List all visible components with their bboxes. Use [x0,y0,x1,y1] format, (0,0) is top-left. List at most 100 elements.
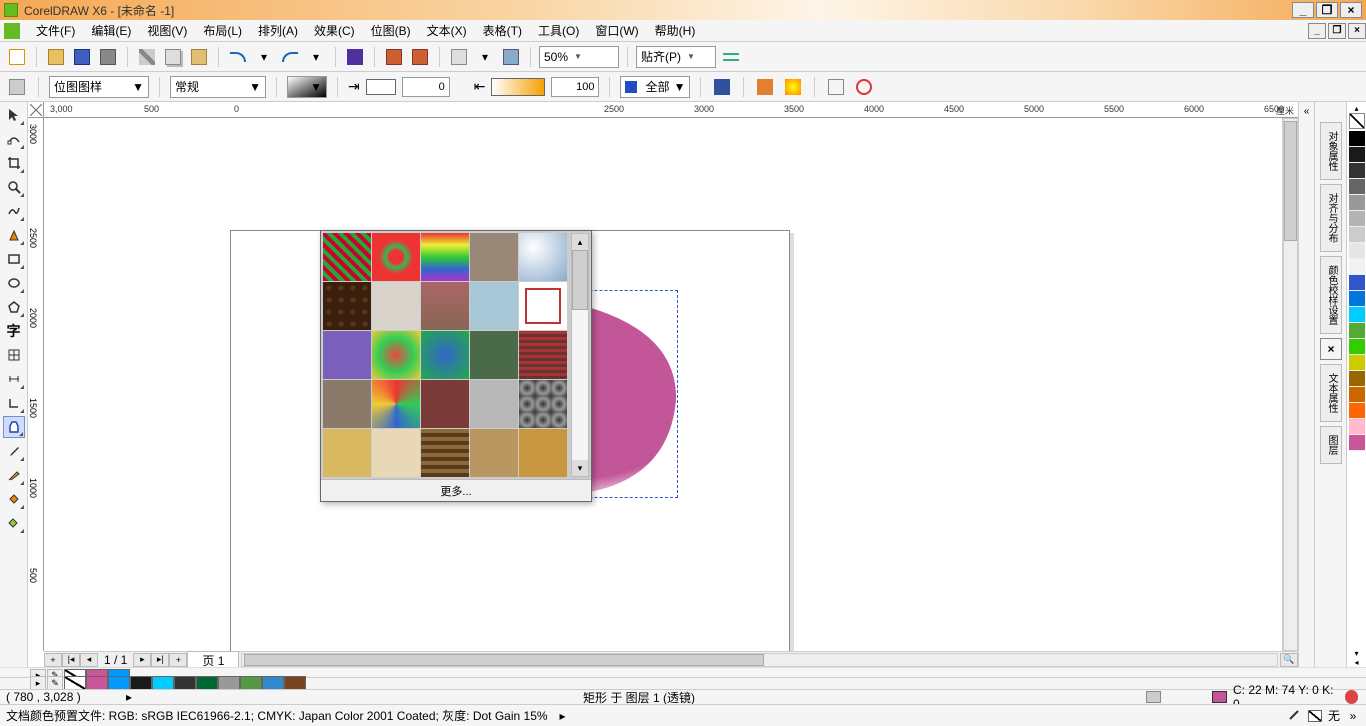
palette-swatch[interactable] [1349,419,1365,435]
smart-fill-tool[interactable] [3,224,25,246]
polygon-tool[interactable] [3,296,25,318]
new-button[interactable] [6,46,28,68]
profile-toggle-icon[interactable]: ▸ [560,709,566,723]
palette-swatch[interactable] [1349,291,1365,307]
pattern-swatch-combo[interactable]: ▼ [287,76,327,98]
palette-swatch[interactable] [1349,371,1365,387]
pattern-swatch[interactable] [323,331,371,379]
pattern-swatch[interactable] [519,429,567,477]
snap-combo[interactable]: 贴齐(P)▼ [636,46,716,68]
palette-eyedrop-button[interactable]: ✎ [47,676,63,690]
import-button[interactable] [383,46,405,68]
menu-table[interactable]: 表格(T) [475,20,530,41]
pattern-swatch[interactable] [421,282,469,330]
palette-swatch[interactable] [1349,355,1365,371]
shape-tool[interactable] [3,128,25,150]
ruler-horizontal[interactable]: 3,000 500 0 2500 3000 3500 4000 4500 500… [44,102,1298,118]
first-page-button[interactable]: |◂ [62,653,80,667]
fill-indicator-swatch[interactable] [1212,691,1227,703]
save-button[interactable] [71,46,93,68]
pattern-swatch[interactable] [519,331,567,379]
menu-window[interactable]: 窗口(W) [587,20,646,41]
outline-tool[interactable] [3,464,25,486]
docker-tab[interactable]: 对齐与分布 [1320,184,1342,252]
docker-tab[interactable]: 图层 [1320,426,1342,464]
pattern-swatch[interactable] [323,429,371,477]
pattern-swatch[interactable] [323,282,371,330]
add-page-after-button[interactable]: + [169,653,187,667]
pattern-swatch[interactable] [470,429,518,477]
copy-props-button[interactable] [754,76,776,98]
end-gradient-swatch[interactable] [491,78,545,96]
end-value-input[interactable] [551,77,599,97]
pattern-swatch[interactable] [372,331,420,379]
print-button[interactable] [97,46,119,68]
palette-flyout[interactable]: ◂ [1354,658,1358,667]
pattern-swatch[interactable] [323,380,371,428]
pattern-swatch[interactable] [372,233,420,281]
app-launcher-button[interactable] [500,46,522,68]
start-color-swatch[interactable] [366,79,396,95]
pattern-swatch[interactable] [470,233,518,281]
picker-scroll-down[interactable]: ▾ [572,460,588,476]
menu-bitmaps[interactable]: 位图(B) [363,20,419,41]
picker-scrollbar[interactable]: ▴ ▾ [571,233,589,477]
paste-button[interactable] [188,46,210,68]
vertical-scrollbar[interactable] [1282,118,1298,651]
dimension-tool[interactable] [3,368,25,390]
palette-swatch[interactable] [1349,195,1365,211]
palette-swatch[interactable] [1349,339,1365,355]
docker-tab[interactable]: 对象属性 [1320,122,1342,180]
ruler-vertical[interactable]: 3000 2500 2000 1500 1000 500 [28,118,44,651]
interactive-fill-tool[interactable] [3,512,25,534]
vscroll-thumb[interactable] [1284,121,1297,241]
no-outline-swatch[interactable] [1308,710,1322,722]
extra-flyout-icon[interactable]: » [1346,709,1360,723]
clear-button[interactable] [825,76,847,98]
palette-swatch[interactable] [1349,275,1365,291]
export-button[interactable] [409,46,431,68]
palette-swatch[interactable] [1349,147,1365,163]
pattern-swatch[interactable] [372,380,420,428]
palette-swatch[interactable] [1349,211,1365,227]
options-button[interactable] [720,46,742,68]
palette-swatch[interactable] [1349,403,1365,419]
menu-file[interactable]: 文件(F) [28,20,83,41]
connector-tool[interactable] [3,392,25,414]
docker-collapse-strip[interactable]: « [1299,102,1315,667]
eyedropper-tool[interactable] [3,440,25,462]
pattern-swatch[interactable] [519,233,567,281]
wand-button[interactable] [782,76,804,98]
pattern-swatch[interactable] [372,429,420,477]
pattern-swatch[interactable] [470,282,518,330]
no-button[interactable] [853,76,875,98]
pattern-swatch[interactable] [421,380,469,428]
edit-transparency-button[interactable] [6,76,28,98]
ellipse-tool[interactable] [3,272,25,294]
publish-pdf-button[interactable] [448,46,470,68]
palette-swatch[interactable] [1349,131,1365,147]
menu-tools[interactable]: 工具(O) [530,20,587,41]
docker-tab[interactable]: 文本属性 [1320,364,1342,422]
hscroll-thumb[interactable] [244,654,764,666]
palette-swatch[interactable] [1349,387,1365,403]
menu-edit[interactable]: 编辑(E) [83,20,139,41]
navigator-button[interactable]: 🔍 [1280,653,1298,667]
doc-palette-swatch[interactable] [86,676,108,690]
text-tool[interactable]: 字 [3,320,25,342]
palette-scroll-down[interactable]: ▾ [1354,649,1358,658]
pattern-swatch[interactable] [470,331,518,379]
pattern-swatch[interactable] [519,380,567,428]
menu-text[interactable]: 文本(X) [419,20,475,41]
freeze-button[interactable] [711,76,733,98]
pattern-swatch[interactable] [470,380,518,428]
docker-tab[interactable]: 颜色校样设置 [1320,256,1342,334]
cut-button[interactable] [136,46,158,68]
interactive-transparency-tool[interactable] [3,416,25,438]
doc-no-color[interactable] [64,676,86,690]
apply-to-combo[interactable]: 全部▼ [620,76,690,98]
picker-scroll-thumb[interactable] [572,250,588,310]
palette-swatch[interactable] [1349,307,1365,323]
redo-dd[interactable]: ▾ [305,46,327,68]
no-color-swatch[interactable] [1349,113,1365,129]
